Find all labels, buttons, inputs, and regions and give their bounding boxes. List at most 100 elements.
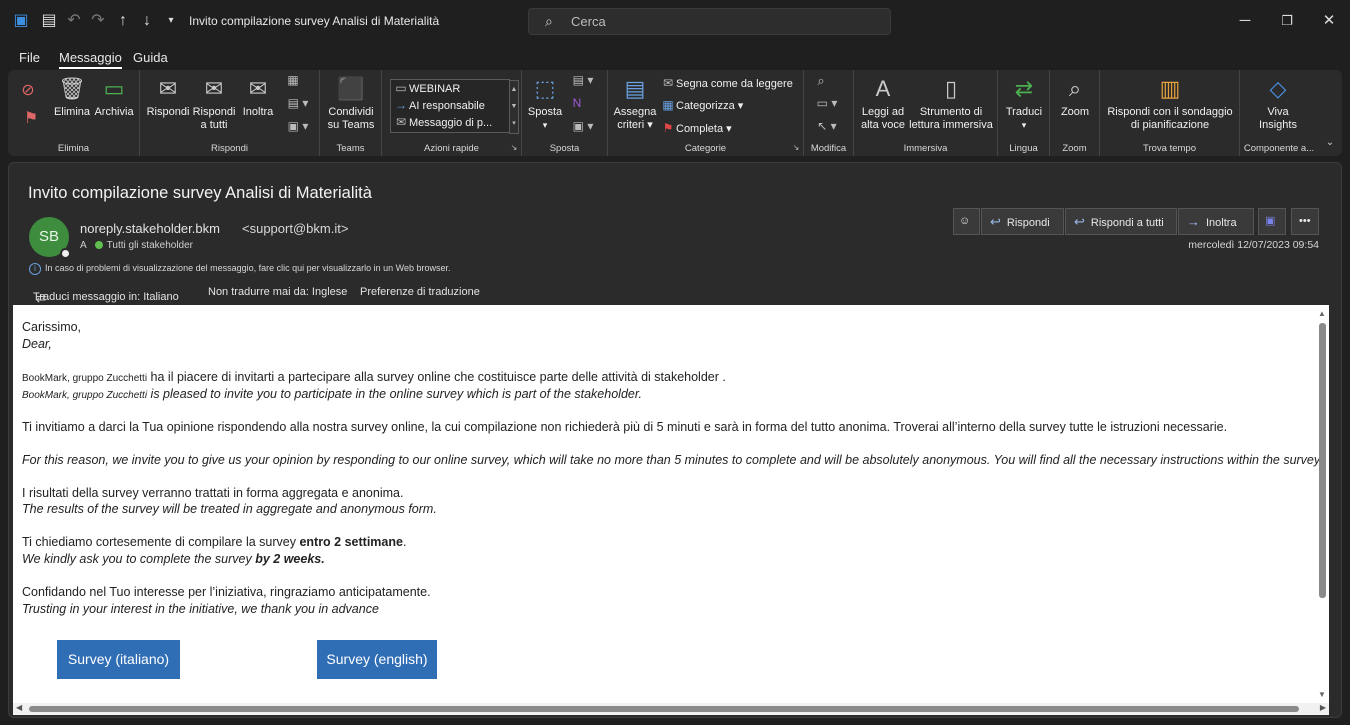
quick-step-messaggio[interactable]: ✉ Messaggio di p... xyxy=(391,114,509,131)
group-label-azioni-rapide: Azioni rapide xyxy=(424,143,479,154)
actions-icon[interactable]: ▣ ▾ xyxy=(568,120,598,133)
more-actions-icon[interactable]: ••• xyxy=(1291,208,1319,235)
menu-messaggio[interactable]: Messaggio xyxy=(59,50,122,69)
search-icon: ⌕ xyxy=(545,13,553,29)
scroll-down-icon: ▼ xyxy=(1318,690,1326,699)
restore-button[interactable]: ❐ xyxy=(1272,10,1302,32)
reply-all-button[interactable]: ✉ Rispondi a tutti xyxy=(190,76,238,132)
zoom-button[interactable]: ⌕ Zoom xyxy=(1054,76,1096,119)
undo-icon[interactable]: ↶ xyxy=(65,12,83,30)
survey-italian-button[interactable]: Survey (italiano) xyxy=(57,640,180,679)
dialog-launcher-icon[interactable]: ↘ xyxy=(791,141,801,154)
paragraph-2-en: The results of the survey will be treate… xyxy=(22,502,437,516)
horizontal-scrollbar[interactable]: ◀ ▶ xyxy=(13,703,1329,715)
ignore-icon[interactable]: ⊘ xyxy=(16,78,40,108)
group-rispondi: ✉ Rispondi ✉ Rispondi a tutti ✉ Inoltra … xyxy=(140,70,320,156)
reply-action-button[interactable]: ↩ Rispondi xyxy=(981,208,1064,235)
delete-button[interactable]: 🗑 Elimina xyxy=(52,76,92,119)
horizontal-scroll-thumb[interactable] xyxy=(29,706,1299,712)
quick-step-ai[interactable]: → AI responsabile xyxy=(391,97,509,114)
group-label-modifica: Modifica xyxy=(810,143,847,154)
meeting-icon[interactable]: ▦ xyxy=(284,74,302,87)
group-label-sposta: Sposta xyxy=(549,143,580,154)
translation-bar: ⇄ Traduci messaggio in: Italiano Non tra… xyxy=(33,286,480,305)
read-aloud-icon: A xyxy=(875,76,891,101)
vertical-scrollbar[interactable]: ▲ ▼ xyxy=(1317,309,1327,699)
minimize-button[interactable]: ─ xyxy=(1230,10,1260,32)
search-box[interactable]: ⌕ Cerca xyxy=(528,8,891,35)
greeting-it: Carissimo, xyxy=(22,320,82,334)
more-respond-icon[interactable]: ▣ ▾ xyxy=(284,120,312,133)
find-icon[interactable]: ⌕ xyxy=(812,74,830,87)
menu-file[interactable]: File xyxy=(19,50,40,65)
paragraph-3-en: We kindly ask you to complete the survey… xyxy=(22,552,325,566)
sender-name[interactable]: noreply.stakeholder.bkm xyxy=(80,221,220,236)
select-icon[interactable]: ↖ ▾ xyxy=(812,120,842,133)
paragraph-3-it: Ti chiediamo cortesemente di compilare l… xyxy=(22,535,407,549)
im-reply-icon[interactable]: ▤ ▾ xyxy=(284,97,312,110)
recipient[interactable]: Tutti gli stakeholder xyxy=(107,240,193,251)
vertical-scroll-thumb[interactable] xyxy=(1319,323,1326,598)
ribbon-expand-icon[interactable]: ⌄ xyxy=(1324,136,1336,149)
translate-icon: ⇄ xyxy=(1014,76,1034,101)
previous-item-icon[interactable]: ↑ xyxy=(114,12,132,30)
move-button[interactable]: ⬚ Sposta ▾ xyxy=(526,76,564,132)
group-label-teams: Teams xyxy=(336,143,365,154)
follow-up-button[interactable]: ⚑ Completa ▾ xyxy=(660,121,732,135)
group-label-elimina: Elimina xyxy=(57,143,90,154)
mark-unread-button[interactable]: ✉ Segna come da leggere xyxy=(660,76,793,90)
group-sposta: ⬚ Sposta ▾ ▤ ▾ N ▣ ▾ Sposta xyxy=(522,70,608,156)
recipient-presence-icon xyxy=(94,241,103,249)
immersive-reader-icon: ▯ xyxy=(944,76,958,101)
forward-action-button[interactable]: → Inoltra xyxy=(1178,208,1254,235)
next-item-icon[interactable]: ↓ xyxy=(138,12,156,30)
forward-button[interactable]: ✉ Inoltra xyxy=(238,76,278,119)
title-bar: ▣ ▤ ↶ ↷ ↑ ↓ ▾ Invito compilazione survey… xyxy=(0,0,1350,44)
group-trova-tempo: ▥ Rispondi con il sondaggio di pianifica… xyxy=(1100,70,1240,156)
dialog-launcher-icon[interactable]: ↘ xyxy=(509,141,519,154)
translation-preferences-link[interactable]: Preferenze di traduzione xyxy=(360,286,480,298)
redo-icon[interactable]: ↷ xyxy=(89,12,107,30)
archive-button[interactable]: ▭ Archivia xyxy=(92,76,136,119)
emoji-reaction-button[interactable]: ☺ xyxy=(953,208,980,235)
group-componente: ◇ Viva Insights Componente a... xyxy=(1240,70,1318,156)
info-bar[interactable]: i In caso di problemi di visualizzazione … xyxy=(29,263,451,275)
quick-steps-list[interactable]: ▭ WEBINAR → AI responsabile ✉ Messaggio di … xyxy=(390,79,519,134)
quick-steps-scroll[interactable]: ▲ ▼ ▾ xyxy=(509,80,519,134)
read-aloud-button[interactable]: A Leggi ad alta voce xyxy=(858,76,908,132)
translate-button[interactable]: ⇄ Traduci ▾ xyxy=(1002,76,1046,132)
search-input[interactable]: Cerca xyxy=(571,14,606,29)
customize-toolbar-icon[interactable]: ▾ xyxy=(162,12,180,30)
scheduling-poll-button[interactable]: ▥ Rispondi con il sondaggio di pianifica… xyxy=(1104,76,1236,132)
immersive-reader-button[interactable]: ▯ Strumento di lettura immersiva xyxy=(908,76,994,132)
group-immersiva: A Leggi ad alta voce ▯ Strumento di lett… xyxy=(854,70,998,156)
assign-policy-button[interactable]: ▤ Assegna criteri ▾ xyxy=(612,76,658,132)
sender-address: <support@bkm.it> xyxy=(242,221,349,236)
reply-all-action-button[interactable]: ↩ Rispondi a tutti xyxy=(1065,208,1177,235)
close-button[interactable]: ✕ xyxy=(1314,10,1344,32)
viva-insights-button[interactable]: ◇ Viva Insights xyxy=(1248,76,1308,132)
save-icon[interactable]: ▤ xyxy=(40,12,58,30)
related-icon[interactable]: ▭ ▾ xyxy=(812,97,842,110)
reply-button[interactable]: ✉ Rispondi xyxy=(146,76,190,119)
categorize-button[interactable]: ▦ Categorizza ▾ xyxy=(660,98,743,112)
group-zoom: ⌕ Zoom Zoom xyxy=(1050,70,1100,156)
rules-icon[interactable]: ▤ ▾ xyxy=(568,74,598,87)
viva-insights-icon: ◇ xyxy=(1269,76,1287,101)
forward-icon: → xyxy=(1187,214,1200,229)
group-categorie: ▤ Assegna criteri ▾ ✉ Segna come da legge… xyxy=(608,70,804,156)
never-translate-link[interactable]: Non tradurre mai da: Inglese xyxy=(208,286,347,298)
survey-english-button[interactable]: Survey (english) xyxy=(317,640,437,679)
intro-it: BookMark, gruppo Zucchetti ha il piacere… xyxy=(22,370,726,384)
group-label-componente: Componente a... xyxy=(1243,143,1315,154)
group-teams: ⬛ Condividi su Teams Teams xyxy=(320,70,382,156)
poll-icon: ▥ xyxy=(1159,76,1181,101)
menu-guida[interactable]: Guida xyxy=(133,50,168,65)
info-icon: i xyxy=(29,263,41,275)
quick-step-webinar[interactable]: ▭ WEBINAR xyxy=(391,80,509,97)
scroll-right-icon: ▶ xyxy=(1319,703,1326,712)
report-icon[interactable]: ⚑ xyxy=(16,106,46,136)
teams-share-icon[interactable]: ▣ xyxy=(1258,208,1286,235)
onenote-icon[interactable]: N xyxy=(568,97,586,110)
share-teams-button[interactable]: ⬛ Condividi su Teams xyxy=(324,76,378,132)
